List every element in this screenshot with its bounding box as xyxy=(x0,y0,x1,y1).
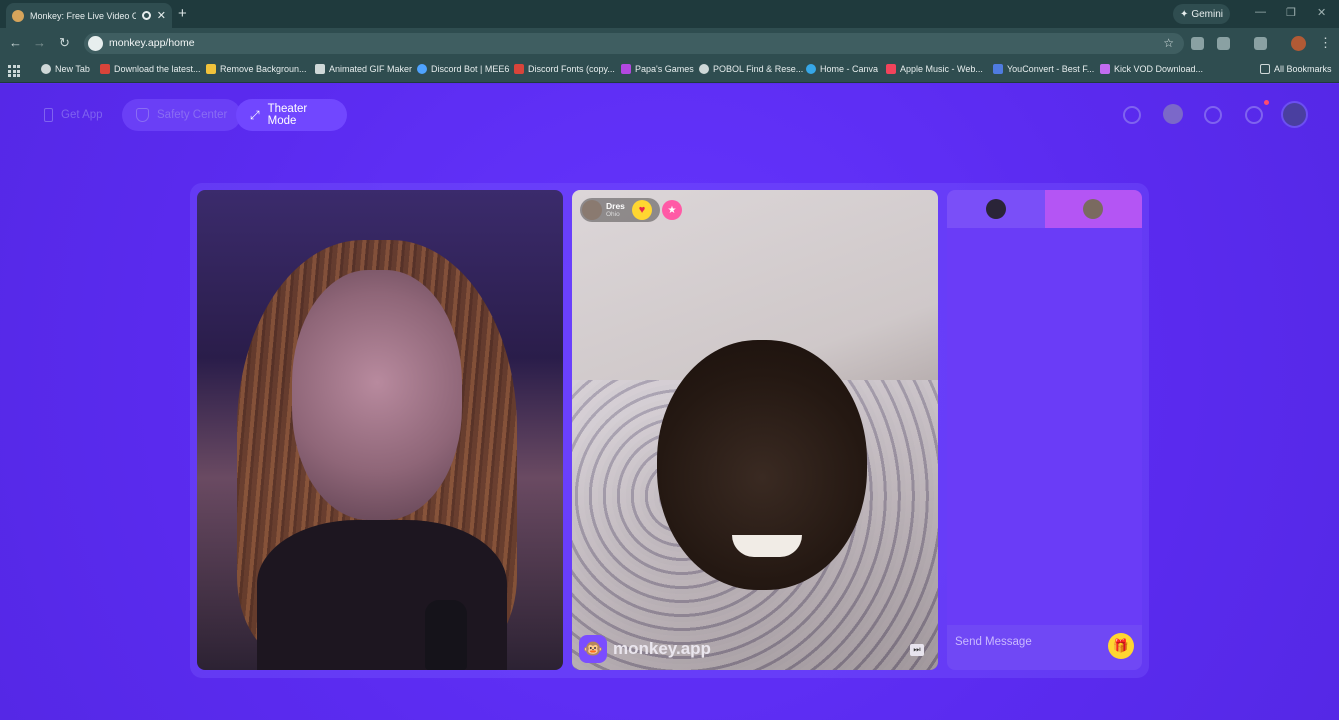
send-message-input[interactable] xyxy=(955,633,1095,651)
sparkle-icon: ✦ xyxy=(1179,8,1189,20)
bookmark-item[interactable]: Animated GIF Maker xyxy=(315,64,412,74)
bookmark-icon xyxy=(886,64,896,74)
monkey-page: Get App Safety Center ⤢ Theater Mode Dre… xyxy=(0,84,1339,720)
self-avatar xyxy=(985,199,1006,219)
gemini-button[interactable]: ✦ Gemini xyxy=(1173,4,1230,24)
local-video-body xyxy=(257,520,507,670)
shield-icon xyxy=(136,108,149,122)
brand-text: monkey.app xyxy=(613,639,711,658)
forward-icon[interactable]: → xyxy=(33,36,46,50)
monkey-logo-icon: 🐵 xyxy=(579,635,607,663)
bookmark-icon xyxy=(206,64,216,74)
cast-icon[interactable] xyxy=(1254,37,1267,50)
theater-mode-button[interactable]: ⤢ Theater Mode xyxy=(236,99,347,131)
remote-user-location: Ohio xyxy=(606,210,620,218)
phone-icon xyxy=(44,108,53,122)
remote-user-avatar xyxy=(582,200,602,220)
chat-panel: 🎁 xyxy=(947,190,1142,670)
remote-video-smile xyxy=(732,535,802,557)
chat-tab-self[interactable] xyxy=(947,190,1045,228)
heart-icon[interactable]: ♥ xyxy=(632,200,652,220)
bookmark-item[interactable]: Remove Backgroun... xyxy=(206,64,307,74)
gemini-label: Gemini xyxy=(1191,8,1224,20)
remote-user-name: Dres xyxy=(606,200,625,211)
bookmark-icon xyxy=(514,64,524,74)
close-tab-icon[interactable]: ✕ xyxy=(157,9,166,22)
theater-mode-label: Theater Mode xyxy=(267,103,308,127)
monkey-watermark: 🐵 monkey.app xyxy=(579,635,711,663)
site-info-icon[interactable] xyxy=(88,36,103,51)
notification-dot-icon xyxy=(1264,100,1269,105)
browser-tab[interactable]: Monkey: Free Live Video Ch ✕ xyxy=(6,3,172,28)
all-bookmarks[interactable]: All Bookmarks xyxy=(1260,64,1332,74)
skip-icon[interactable]: ⏭ xyxy=(910,644,924,656)
bookmark-icon xyxy=(621,64,631,74)
reload-icon[interactable]: ↻ xyxy=(59,36,70,50)
local-video xyxy=(197,190,563,670)
monkey-favicon-icon xyxy=(12,9,24,22)
address-bar[interactable]: monkey.app/home ☆ xyxy=(84,33,1184,54)
search-icon[interactable] xyxy=(1123,106,1141,124)
safety-center-button[interactable]: Safety Center xyxy=(122,99,242,131)
bookmark-item[interactable]: Kick VOD Download... xyxy=(1100,64,1203,74)
bookmark-icon xyxy=(315,64,325,74)
safety-center-label: Safety Center xyxy=(157,109,228,121)
new-tab-button[interactable]: + xyxy=(178,5,187,22)
folder-icon xyxy=(1260,64,1270,74)
avatar-icon[interactable] xyxy=(1163,104,1183,124)
bookmark-icon xyxy=(417,64,427,74)
extension-icon[interactable] xyxy=(1191,37,1204,50)
bookmark-item[interactable]: Download the latest... xyxy=(100,64,201,74)
bookmark-item[interactable]: Discord Bot | MEE6 xyxy=(417,64,509,74)
bookmark-item[interactable]: Discord Fonts (copy... xyxy=(514,64,615,74)
account-avatar[interactable] xyxy=(1281,101,1308,128)
bookmark-icon xyxy=(699,64,709,74)
expand-icon: ⤢ xyxy=(250,107,260,122)
profile-avatar[interactable] xyxy=(1291,36,1306,51)
messages-icon[interactable] xyxy=(1245,106,1263,124)
recording-icon xyxy=(141,11,151,20)
get-app-label: Get App xyxy=(61,109,103,121)
gift-icon[interactable]: 🎁 xyxy=(1108,633,1134,659)
bookmark-item[interactable]: POBOL Find & Rese... xyxy=(699,64,803,74)
browser-tabstrip: Monkey: Free Live Video Ch ✕ + ✦ Gemini … xyxy=(0,0,1339,28)
url-text: monkey.app/home xyxy=(109,37,195,49)
chat-tab-partner[interactable] xyxy=(1044,190,1142,228)
badge-icon[interactable]: ★ xyxy=(662,200,682,220)
bookmark-item[interactable]: YouConvert - Best F... xyxy=(993,64,1094,74)
back-icon[interactable]: ← xyxy=(9,36,22,50)
bookmark-icon xyxy=(100,64,110,74)
history-icon[interactable] xyxy=(1204,106,1222,124)
puzzle-icon[interactable] xyxy=(1217,37,1230,50)
menu-icon[interactable]: ⋮ xyxy=(1319,35,1332,51)
partner-avatar xyxy=(1083,199,1104,219)
bookmarks-bar: New Tab Download the latest... Remove Ba… xyxy=(0,59,1339,83)
bookmark-icon xyxy=(1100,64,1110,74)
bookmark-item[interactable]: New Tab xyxy=(41,64,90,74)
close-window-icon[interactable]: ✕ xyxy=(1317,6,1326,19)
apps-grid-icon[interactable] xyxy=(8,65,20,77)
tab-title: Monkey: Free Live Video Ch xyxy=(30,10,136,21)
minimize-icon[interactable]: — xyxy=(1255,6,1266,18)
bookmark-item[interactable]: Papa's Games xyxy=(621,64,694,74)
get-app-button[interactable]: Get App xyxy=(30,99,117,131)
bookmark-icon xyxy=(806,64,816,74)
microphone-image xyxy=(425,600,467,670)
bookmark-item[interactable]: Apple Music - Web... xyxy=(886,64,983,74)
remote-video: Dres Ohio ♥ ★ 🐵 monkey.app ⏭ xyxy=(572,190,938,670)
chat-tabs xyxy=(947,190,1142,228)
restore-icon[interactable]: ❐ xyxy=(1286,6,1296,19)
chat-input-bar: 🎁 xyxy=(947,625,1142,670)
bookmark-icon xyxy=(993,64,1003,74)
bookmark-star-icon[interactable]: ☆ xyxy=(1163,36,1174,50)
bookmark-icon xyxy=(41,64,51,74)
bookmark-item[interactable]: Home - Canva xyxy=(806,64,878,74)
local-video-face xyxy=(292,270,462,520)
